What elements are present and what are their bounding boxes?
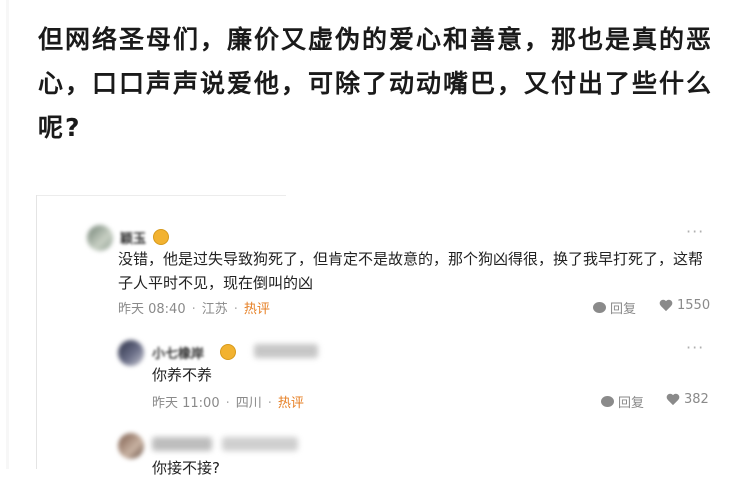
meta-separator: · — [267, 396, 272, 411]
like-icon — [659, 300, 673, 312]
vip-badge-icon — [220, 344, 236, 360]
comment-meta: 昨天 08:40 · 江苏 · 热评 — [118, 298, 270, 317]
reply-label: 回复 — [610, 302, 637, 317]
quote-border — [36, 195, 37, 469]
comment-time: 昨天 08:40 — [118, 302, 186, 317]
redacted-label — [222, 437, 298, 451]
reply-time: 昨天 11:00 — [152, 396, 220, 411]
like-count: 1550 — [677, 298, 711, 313]
more-icon[interactable]: ··· — [686, 338, 704, 357]
meta-separator: · — [233, 302, 238, 317]
meta-separator: · — [191, 302, 196, 317]
avatar[interactable] — [118, 340, 144, 366]
avatar[interactable] — [118, 433, 144, 459]
more-icon[interactable]: ··· — [686, 222, 704, 241]
like-count: 382 — [684, 392, 709, 407]
hot-label: 热评 — [277, 396, 304, 411]
comment-location: 江苏 — [201, 302, 228, 317]
reply-location: 四川 — [235, 396, 262, 411]
redacted-label — [254, 344, 318, 358]
reply-text: 你养不养 — [152, 366, 213, 384]
reply-label: 回复 — [618, 396, 645, 411]
vip-badge-icon — [153, 229, 169, 245]
like-button[interactable]: 1550 — [659, 298, 710, 313]
article-headline: 但网络圣母们，廉价又虚伪的爱心和善意，那也是真的恶心，口口声声说爱他，可除了动动… — [38, 25, 714, 142]
reply-button[interactable]: 回复 — [601, 392, 644, 411]
commenter-name[interactable]: 小七橡岸 — [152, 343, 204, 362]
meta-separator: · — [225, 396, 230, 411]
reply-button[interactable]: 回复 — [593, 298, 636, 317]
reply-icon — [593, 302, 606, 313]
like-button[interactable]: 382 — [666, 392, 709, 407]
left-shadow — [6, 0, 9, 469]
commenter-name[interactable]: 颖玉 — [120, 228, 146, 247]
hot-label: 热评 — [243, 302, 270, 317]
avatar[interactable] — [87, 225, 113, 251]
redacted-name — [152, 437, 212, 451]
divider — [36, 195, 286, 196]
reply-icon — [601, 396, 614, 407]
reply-meta: 昨天 11:00 · 四川 · 热评 — [152, 392, 304, 411]
like-icon — [666, 394, 680, 406]
comment-text: 没错，他是过失导致狗死了，但肯定不是故意的，那个狗凶得很，换了我早打死了，这帮子… — [118, 250, 704, 292]
reply-text: 你接不接? — [152, 459, 220, 477]
